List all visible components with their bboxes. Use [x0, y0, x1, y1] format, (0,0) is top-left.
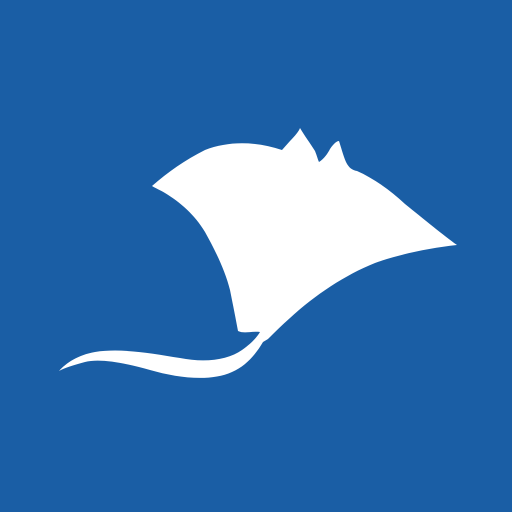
- manta-ray-body: [59, 128, 457, 378]
- app-icon-tile: [0, 0, 512, 512]
- manta-ray-icon: [59, 128, 457, 378]
